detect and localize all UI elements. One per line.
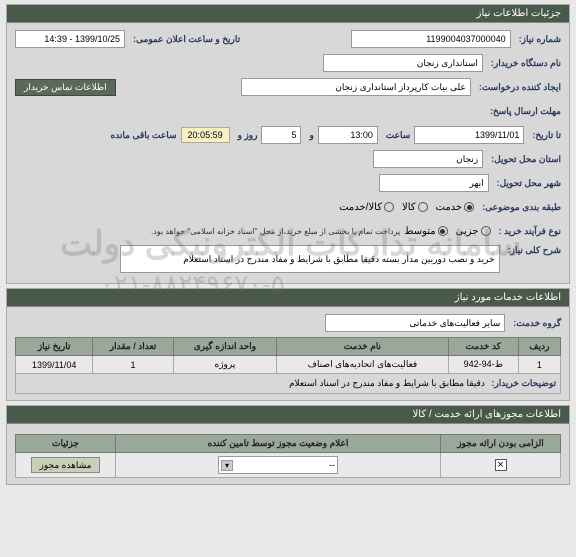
label-subject-cat: طبقه بندی موضوعی: <box>478 202 561 213</box>
field-need-no: 1199004037000040 <box>351 30 511 48</box>
services-panel: اطلاعات خدمات مورد نیاز گروه خدمت: سایر … <box>6 288 570 401</box>
label-buyer-org: نام دستگاه خریدار: <box>487 58 561 69</box>
cell-code: ط-94-942 <box>448 356 518 374</box>
cell-status: -- ▾ <box>116 453 441 478</box>
status-select[interactable]: -- ▾ <box>218 456 338 474</box>
th-need-date: تاریخ نیاز <box>16 338 93 356</box>
field-creator: علی بیات کارپرداز استانداری زنجان <box>241 78 471 96</box>
th-code: کد خدمت <box>448 338 518 356</box>
services-header: اطلاعات خدمات مورد نیاز <box>7 289 569 307</box>
cell-name: فعالیت‌های اتحادیه‌های اصناف <box>277 356 449 374</box>
th-unit: واحد اندازه گیری <box>173 338 276 356</box>
label-hour: ساعت <box>382 130 411 141</box>
status-value: -- <box>329 460 335 470</box>
label-purchase-type: نوع فرآیند خرید : <box>495 226 562 237</box>
permits-header: اطلاعات مجوزهای ارائه خدمت / کالا <box>7 406 569 424</box>
radio-both[interactable]: کالا/خدمت <box>339 202 394 213</box>
cell-row: 1 <box>518 356 560 374</box>
need-info-panel: جزئیات اطلاعات نیاز شماره نیاز: 11990040… <box>6 4 570 284</box>
mandatory-checkbox[interactable] <box>495 459 507 471</box>
radio-medium[interactable]: متوسط <box>404 226 447 237</box>
field-province: زنجان <box>373 150 483 168</box>
cell-mandatory <box>441 453 561 478</box>
cell-details: مشاهده مجوز <box>16 453 116 478</box>
field-service-group: سایر فعالیت‌های خدماتی <box>325 314 505 332</box>
services-table: ردیف کد خدمت نام خدمت واحد اندازه گیری ت… <box>15 337 561 394</box>
permits-table: الزامی بودن ارائه مجوز اعلام وضعیت مجوز … <box>15 434 561 478</box>
label-general-desc: شرح کلی نیاز: <box>504 245 561 256</box>
table-row: 1 ط-94-942 فعالیت‌های اتحادیه‌های اصناف … <box>16 356 561 374</box>
chevron-down-icon: ▾ <box>221 460 233 471</box>
label-deadline: مهلت ارسال پاسخ: <box>486 106 561 117</box>
cell-qty: 1 <box>93 356 173 374</box>
permits-panel: اطلاعات مجوزهای ارائه خدمت / کالا الزامی… <box>6 405 570 485</box>
table-row: -- ▾ مشاهده مجوز <box>16 453 561 478</box>
th-status: اعلام وضعیت مجوز توسط تامین کننده <box>116 435 441 453</box>
view-permit-button[interactable]: مشاهده مجوز <box>31 457 101 473</box>
label-day: روز و <box>234 130 258 141</box>
cell-unit: پروژه <box>173 356 276 374</box>
field-time-remaining: 20:05:59 <box>181 127 230 143</box>
label-province: استان محل تحویل: <box>487 154 561 165</box>
field-general-desc: خرید و نصب دوربین مدار بسته دقیقا مطابق … <box>120 245 500 273</box>
label-need-no: شماره نیاز: <box>515 34 561 45</box>
field-days-remaining: 5 <box>261 126 301 144</box>
label-and: و <box>305 130 313 141</box>
field-city: ابهر <box>379 174 489 192</box>
field-announce-dt: 1399/10/25 - 14:39 <box>15 30 125 48</box>
radio-goods[interactable]: کالا <box>402 202 428 213</box>
field-deadline-date: 1399/11/01 <box>414 126 524 144</box>
th-mandatory: الزامی بودن ارائه مجوز <box>441 435 561 453</box>
th-qty: تعداد / مقدار <box>93 338 173 356</box>
label-to-date: تا تاریخ: <box>528 130 561 141</box>
th-details: جزئیات <box>16 435 116 453</box>
purchase-radio-group: جزیی متوسط <box>404 226 490 237</box>
cell-need-date: 1399/11/04 <box>16 356 93 374</box>
th-name: نام خدمت <box>277 338 449 356</box>
th-row: ردیف <box>518 338 560 356</box>
purchase-note: پرداخت تمام یا بخشی از مبلغ خرید،از محل … <box>151 227 400 236</box>
label-remaining: ساعت باقی مانده <box>106 130 176 141</box>
field-buyer-org: استانداری زنجان <box>323 54 483 72</box>
label-creator: ایجاد کننده درخواست: <box>475 82 561 93</box>
label-buyer-notes: توضیحات خریدار: <box>487 378 556 388</box>
radio-service[interactable]: خدمت <box>436 202 475 213</box>
field-deadline-time: 13:00 <box>318 126 378 144</box>
field-buyer-notes: دقیقا مطابق با شرایط و مفاد مندرج در اسن… <box>289 378 485 388</box>
need-info-header: جزئیات اطلاعات نیاز <box>7 5 569 23</box>
label-announce-dt: تاریخ و ساعت اعلان عمومی: <box>129 34 240 45</box>
radio-small[interactable]: جزیی <box>456 226 491 237</box>
label-service-group: گروه خدمت: <box>509 318 561 329</box>
label-city: شهر محل تحویل: <box>493 178 561 189</box>
contact-buyer-button[interactable]: اطلاعات تماس خریدار <box>15 79 116 96</box>
subject-radio-group: خدمت کالا کالا/خدمت <box>339 202 474 213</box>
